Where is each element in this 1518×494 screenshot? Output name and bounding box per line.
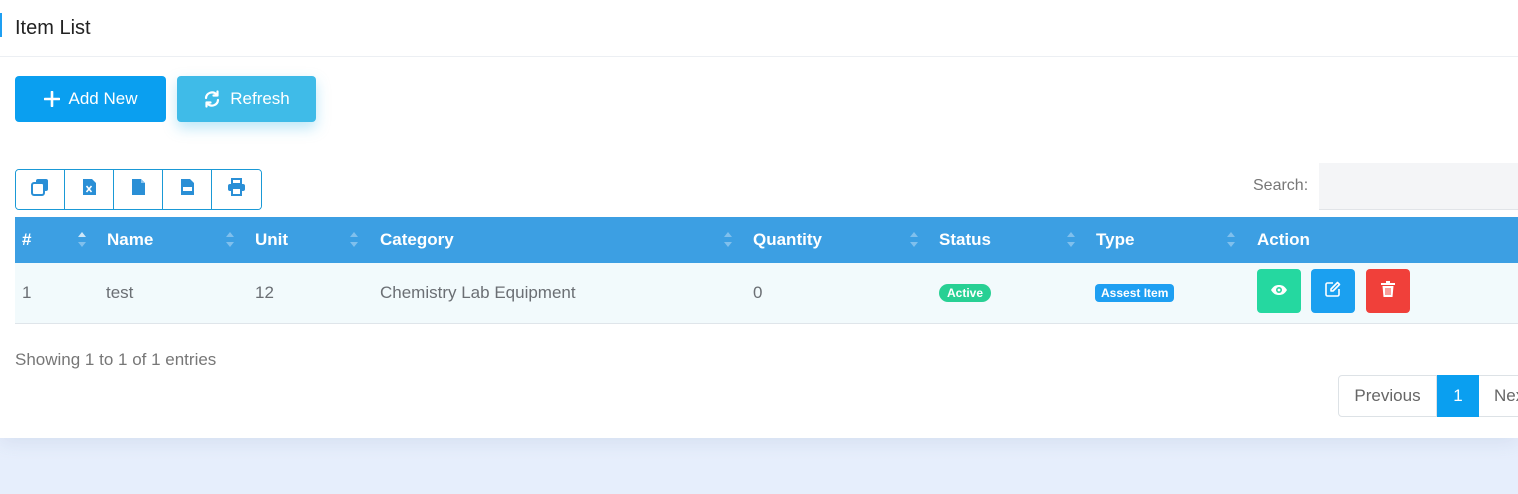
view-button[interactable] [1257,269,1301,313]
column-header-unit[interactable]: Unit [255,217,288,263]
previous-page-button[interactable]: Previous [1338,375,1437,417]
copy-button[interactable] [16,170,65,209]
refresh-button[interactable]: Refresh [177,76,316,122]
sort-icon [910,230,918,250]
delete-button[interactable] [1366,269,1410,313]
cell-quantity: 0 [753,283,763,302]
sort-icon [226,230,234,250]
item-list-card: Item List Add New Refresh Search: # Name… [0,0,1518,438]
next-page-button[interactable]: Next [1479,375,1518,417]
column-header-number[interactable]: # [22,217,31,263]
cell-status: Active [939,263,992,323]
column-header-quantity[interactable]: Quantity [753,217,822,263]
type-badge: Assest Item [1095,284,1175,302]
edit-button[interactable] [1311,269,1355,313]
excel-button[interactable] [65,170,114,209]
cell-name: test [106,283,134,302]
copy-icon [31,178,49,201]
print-icon [227,178,246,201]
excel-icon [82,178,97,201]
pdf-button[interactable] [163,170,212,209]
plus-icon [43,91,60,107]
eye-icon [1270,281,1288,301]
pagination: Previous 1 Next [1338,375,1518,417]
sort-icon [1067,230,1075,250]
sort-icon [724,230,732,250]
refresh-icon [203,90,221,108]
sort-icon [350,230,358,250]
cell-type: Assest Item [1095,263,1175,323]
print-button[interactable] [212,170,261,209]
add-new-label: Add New [68,89,138,108]
cell-number: 1 [22,283,32,302]
table-header: # Name Unit Category Quantity Status Typ… [15,217,1518,263]
edit-icon [1325,281,1341,302]
csv-icon [131,178,146,201]
trash-icon [1381,280,1395,302]
column-header-action: Action [1257,230,1310,249]
sort-icon [78,230,86,250]
column-header-type[interactable]: Type [1096,217,1134,263]
column-header-status[interactable]: Status [939,217,991,263]
search-label: Search: [1253,177,1309,194]
table-row: 1 test 12 Chemistry Lab Equipment 0 Acti… [15,263,1518,324]
cell-unit: 12 [255,283,274,302]
export-buttons [15,169,262,210]
pdf-icon [180,178,195,201]
column-header-category[interactable]: Category [380,217,454,263]
table-info: Showing 1 to 1 of 1 entries [15,350,217,369]
column-header-name[interactable]: Name [107,217,153,263]
sort-icon [1227,230,1235,250]
csv-button[interactable] [114,170,163,209]
page-title: Item List [15,16,91,39]
card-header: Item List [0,0,1518,57]
cell-category: Chemistry Lab Equipment [380,283,576,302]
status-badge: Active [939,284,992,302]
search-input[interactable] [1319,163,1518,210]
page-1-button[interactable]: 1 [1437,375,1479,417]
add-new-button[interactable]: Add New [15,76,166,122]
refresh-label: Refresh [230,89,290,108]
